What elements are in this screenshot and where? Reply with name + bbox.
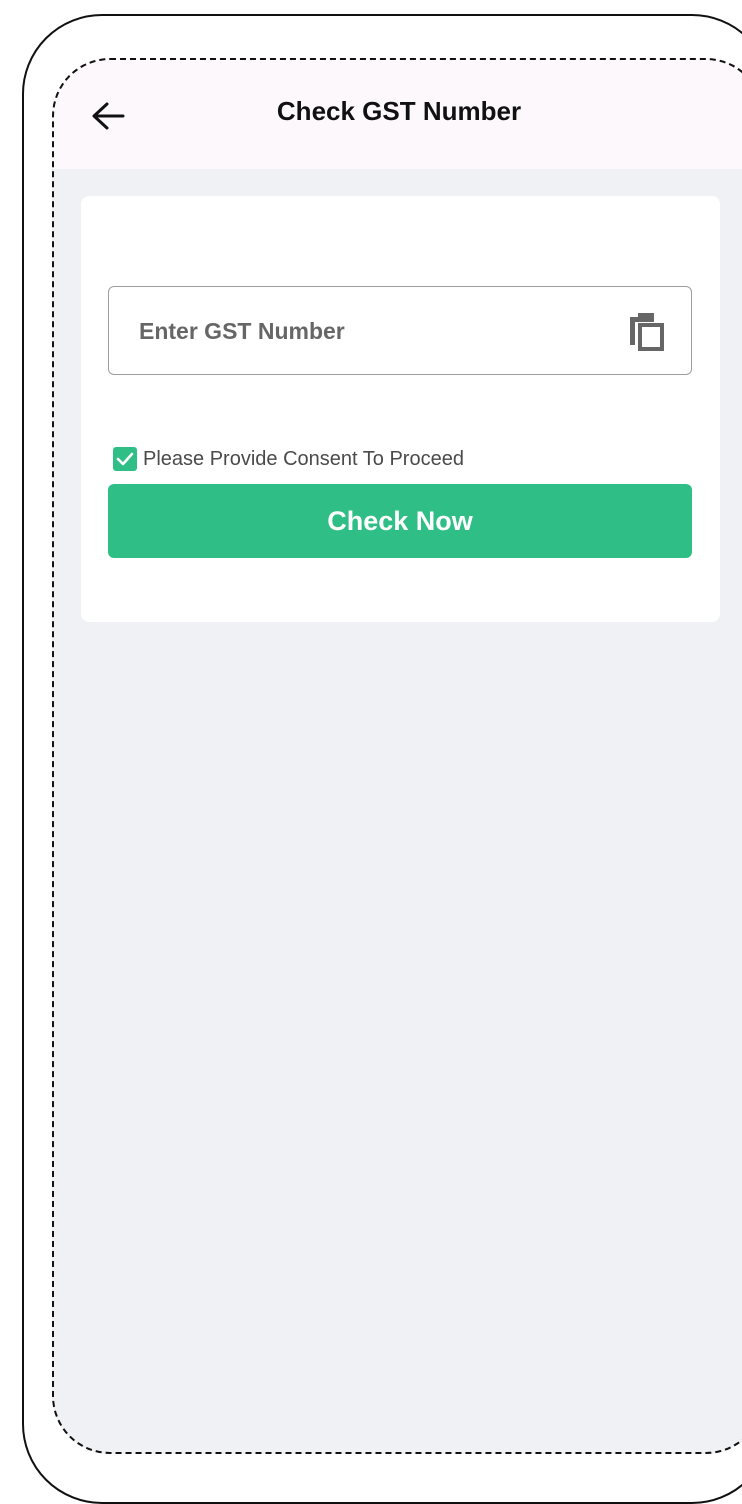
consent-row: Please Provide Consent To Proceed xyxy=(113,447,464,471)
check-now-button[interactable]: Check Now xyxy=(108,484,692,558)
gst-form-card: Please Provide Consent To Proceed Check … xyxy=(81,196,720,622)
consent-label: Please Provide Consent To Proceed xyxy=(143,447,464,470)
gst-number-input[interactable] xyxy=(137,287,601,375)
page-title: Check GST Number xyxy=(276,96,522,126)
copy-paste-icon[interactable] xyxy=(625,309,669,353)
app-header: Check GST Number xyxy=(52,58,742,169)
app-screen: Check GST Number Please Provide Consent … xyxy=(52,58,742,1454)
gst-input-container xyxy=(108,286,692,375)
checkmark-icon xyxy=(116,452,134,466)
consent-checkbox[interactable] xyxy=(113,447,137,471)
